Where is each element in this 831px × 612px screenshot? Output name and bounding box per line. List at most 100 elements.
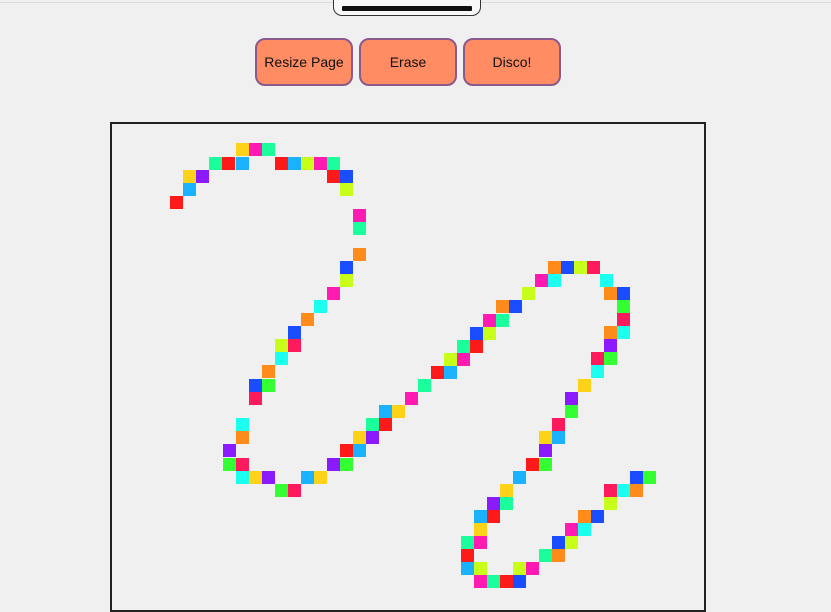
- paint-pixel: [496, 300, 509, 313]
- paint-pixel: [366, 418, 379, 431]
- paint-pixel: [196, 170, 209, 183]
- paint-pixel: [327, 157, 340, 170]
- paint-pixel: [552, 431, 565, 444]
- paint-pixel: [474, 510, 487, 523]
- paint-pixel: [591, 365, 604, 378]
- paint-pixel: [561, 261, 574, 274]
- paint-pixel: [522, 287, 535, 300]
- paint-pixel: [591, 510, 604, 523]
- resize-page-button[interactable]: Resize Page: [255, 38, 353, 86]
- paint-pixel: [578, 379, 591, 392]
- paint-pixel: [591, 352, 604, 365]
- paint-pixel: [617, 313, 630, 326]
- paint-pixel: [461, 549, 474, 562]
- paint-pixel: [262, 143, 275, 156]
- paint-pixel: [262, 365, 275, 378]
- paint-pixel: [535, 274, 548, 287]
- paint-pixel: [288, 326, 301, 339]
- paint-pixel: [643, 471, 656, 484]
- paint-pixel: [513, 471, 526, 484]
- paint-pixel: [513, 575, 526, 588]
- paint-pixel: [170, 196, 183, 209]
- paint-pixel: [487, 510, 500, 523]
- paint-pixel: [500, 484, 513, 497]
- paint-pixel: [496, 314, 509, 327]
- paint-pixel: [578, 510, 591, 523]
- paint-pixel: [552, 549, 565, 562]
- paint-pixel: [461, 562, 474, 575]
- paint-pixel: [617, 484, 630, 497]
- paint-pixel: [183, 170, 196, 183]
- paint-pixel: [526, 562, 539, 575]
- paint-pixel: [565, 523, 578, 536]
- paint-pixel: [604, 484, 617, 497]
- paint-pixel: [249, 143, 262, 156]
- paint-pixel: [565, 536, 578, 549]
- paint-pixel: [483, 327, 496, 340]
- paint-pixel: [379, 405, 392, 418]
- paint-pixel: [552, 418, 565, 431]
- paint-pixel: [483, 314, 496, 327]
- paint-pixel: [275, 352, 288, 365]
- paint-pixel: [236, 471, 249, 484]
- paint-pixel: [487, 575, 500, 588]
- paint-pixel: [340, 458, 353, 471]
- paint-pixel: [474, 536, 487, 549]
- paint-pixel: [578, 523, 591, 536]
- paint-pixel: [327, 287, 340, 300]
- paint-pixel: [474, 575, 487, 588]
- paint-pixel: [249, 392, 262, 405]
- paint-pixel: [301, 313, 314, 326]
- paint-pixel: [275, 484, 288, 497]
- paint-pixel: [565, 392, 578, 405]
- paint-pixel: [630, 471, 643, 484]
- paint-pixel: [353, 222, 366, 235]
- paint-pixel: [223, 444, 236, 457]
- paint-pixel: [487, 497, 500, 510]
- paint-pixel: [275, 157, 288, 170]
- paint-pixel: [392, 405, 405, 418]
- paint-pixel: [314, 300, 327, 313]
- paint-pixel: [249, 471, 262, 484]
- paint-pixel: [340, 444, 353, 457]
- paint-pixel: [574, 261, 587, 274]
- paint-pixel: [353, 431, 366, 444]
- paint-pixel: [604, 287, 617, 300]
- paint-pixel: [314, 471, 327, 484]
- paint-pixel: [223, 458, 236, 471]
- paint-pixel: [526, 458, 539, 471]
- paint-pixel: [314, 157, 327, 170]
- paint-pixel: [366, 431, 379, 444]
- paint-pixel: [327, 170, 340, 183]
- paint-pixel: [600, 274, 613, 287]
- paint-pixel: [340, 183, 353, 196]
- paint-pixel: [340, 261, 353, 274]
- paint-pixel: [604, 339, 617, 352]
- paint-pixel: [470, 327, 483, 340]
- disco-button[interactable]: Disco!: [463, 38, 561, 86]
- paint-pixel: [301, 157, 314, 170]
- brush-size-slider[interactable]: [333, 0, 481, 16]
- paint-pixel: [461, 536, 474, 549]
- paint-pixel: [617, 287, 630, 300]
- paint-pixel: [474, 562, 487, 575]
- erase-button[interactable]: Erase: [359, 38, 457, 86]
- paint-pixel: [431, 366, 444, 379]
- paint-pixel: [548, 274, 561, 287]
- paint-pixel: [500, 497, 513, 510]
- paint-pixel: [183, 183, 196, 196]
- paint-pixel: [209, 157, 222, 170]
- paint-pixel: [539, 549, 552, 562]
- drawing-layer: [170, 143, 656, 588]
- paint-pixel: [379, 418, 392, 431]
- paint-pixel: [340, 170, 353, 183]
- drawing-canvas[interactable]: [110, 122, 706, 612]
- paint-pixel: [262, 379, 275, 392]
- paint-pixel: [236, 458, 249, 471]
- paint-pixel: [604, 326, 617, 339]
- paint-pixel: [340, 274, 353, 287]
- paint-pixel: [513, 562, 526, 575]
- slider-track[interactable]: [342, 6, 472, 11]
- paint-pixel: [288, 484, 301, 497]
- paint-pixel: [470, 340, 483, 353]
